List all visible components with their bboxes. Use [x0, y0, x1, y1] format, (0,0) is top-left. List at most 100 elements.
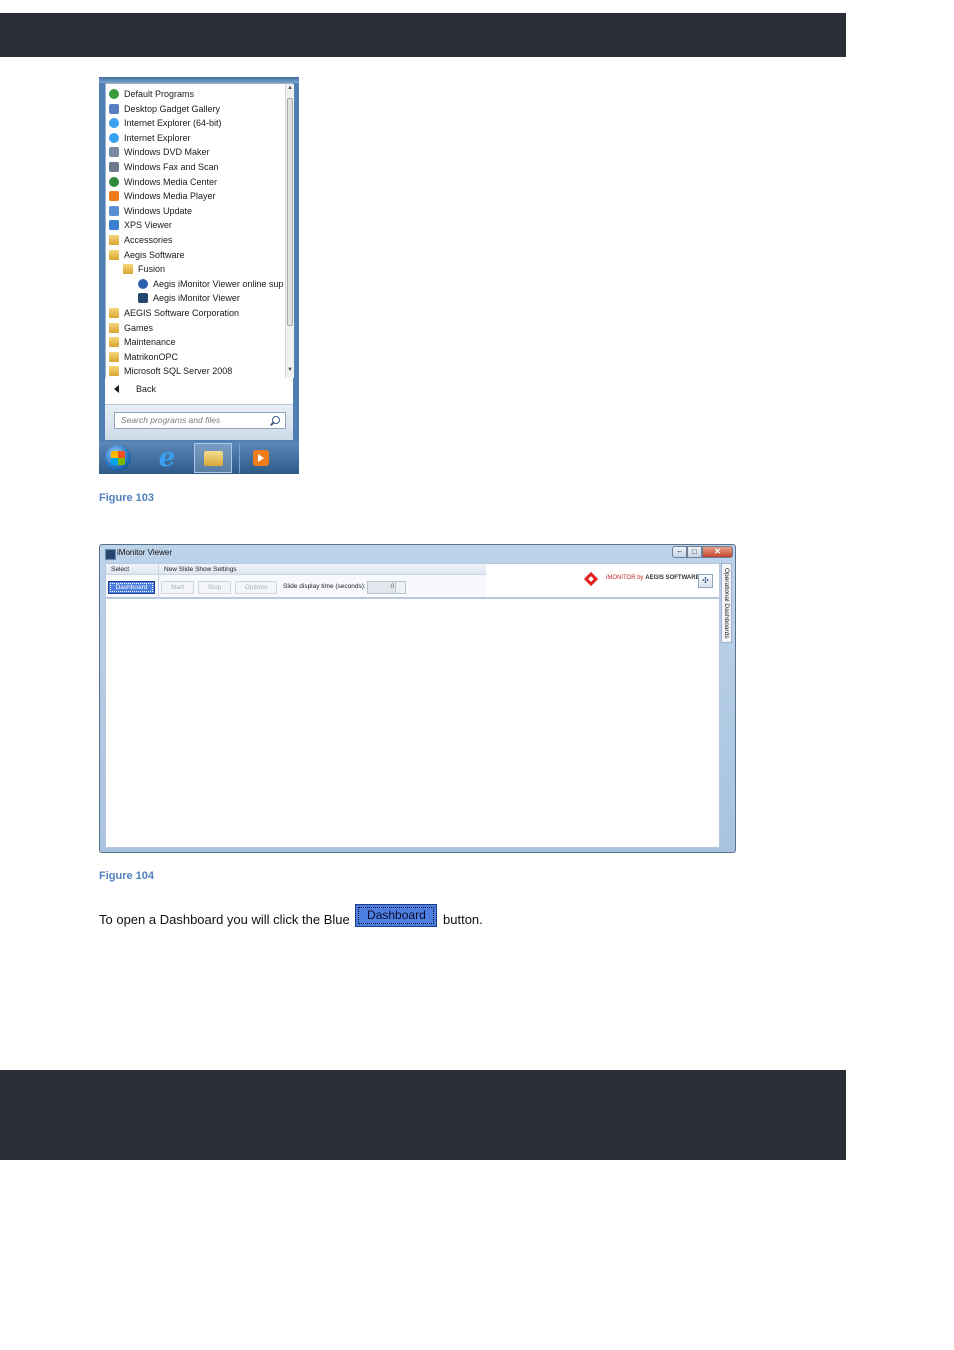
brand-text: iMONITOR by AEGIS SOFTWARE — [606, 575, 700, 581]
dashboard-button[interactable]: Dashboard — [108, 581, 155, 594]
start-menu-item[interactable]: Accessories — [106, 233, 286, 247]
start-menu-item-label: Aegis iMonitor Viewer online sup — [153, 278, 284, 289]
dashboard-content-area — [105, 598, 720, 848]
back-label: Back — [136, 384, 157, 394]
folder-icon — [109, 235, 119, 245]
start-menu-item[interactable]: Internet Explorer — [106, 131, 286, 145]
search-icon[interactable] — [272, 416, 280, 424]
inline-dashboard-button: Dashboard — [355, 904, 438, 927]
start-menu-item[interactable]: MatrikonOPC — [106, 350, 286, 364]
start-menu-item-label: Games — [124, 322, 154, 333]
start-menu-item[interactable]: Aegis iMonitor Viewer online sup — [106, 277, 286, 291]
back-button[interactable]: Back — [105, 378, 293, 404]
start-menu-item[interactable]: Aegis Software — [106, 248, 286, 262]
windows-explorer-button[interactable] — [194, 443, 232, 473]
start-menu-item[interactable]: Fusion — [106, 262, 286, 276]
program-list: Default Programs Desktop Gadget Gallery In… — [105, 83, 293, 379]
folder-icon — [109, 351, 119, 362]
start-menu-item[interactable]: Windows Fax and Scan — [106, 160, 286, 174]
start-menu-item[interactable]: Desktop Gadget Gallery — [106, 102, 286, 116]
window-title: iMonitor Viewer — [117, 548, 172, 557]
start-menu-item-label: MatrikonOPC — [124, 351, 179, 362]
folder-icon — [109, 249, 119, 260]
slide-time-input[interactable]: 0 — [367, 581, 406, 594]
start-menu-item[interactable]: Internet Explorer (64-bit) — [106, 116, 286, 130]
media-player-icon — [253, 450, 269, 466]
start-orb-button[interactable] — [105, 445, 131, 471]
stop-button[interactable]: Stop — [198, 581, 231, 594]
instruction-after: button. — [443, 912, 483, 927]
instruction-before: To open a Dashboard you will click the B… — [99, 912, 350, 927]
start-menu-item-label: Windows Update — [124, 205, 193, 216]
search-placeholder: Search programs and files — [121, 415, 221, 425]
folder-icon — [204, 451, 223, 466]
back-arrow-icon — [114, 385, 119, 393]
program-list-scrollbar[interactable]: ▲ ▼ — [285, 84, 294, 378]
start-menu-item-label: Default Programs — [124, 89, 195, 99]
start-menu-item[interactable]: Microsoft SQL Server 2008 — [106, 364, 286, 378]
maximize-button[interactable]: □ — [687, 546, 702, 558]
start-menu-item-label: Maintenance — [124, 337, 176, 348]
start-menu-item-label: Windows Media Player — [124, 191, 216, 202]
media-center-icon — [109, 176, 119, 187]
start-menu-item-label: XPS Viewer — [124, 220, 172, 231]
folder-icon — [109, 322, 119, 333]
start-menu-item[interactable]: AEGIS Software Corporation — [106, 306, 286, 320]
start-menu: Default Programs Desktop Gadget Gallery In… — [99, 77, 299, 474]
close-button[interactable]: ✕ — [702, 546, 733, 558]
fax-scan-icon — [109, 162, 119, 172]
imonitor-app-icon — [105, 549, 116, 560]
taskbar: e — [99, 442, 299, 474]
options-button[interactable]: Options — [235, 581, 277, 594]
start-menu-item-label: Desktop Gadget Gallery — [124, 103, 221, 114]
figure-103-caption: Figure 103 — [99, 492, 155, 504]
imonitor-window: iMonitor Viewer – □ ✕ Select New Slide S… — [99, 544, 736, 853]
scroll-down-icon[interactable]: ▼ — [286, 367, 294, 377]
imonitor-app-icon — [138, 293, 148, 304]
xps-viewer-icon — [109, 220, 119, 231]
start-menu-item[interactable]: Maintenance — [106, 335, 286, 349]
start-menu-item-label: Accessories — [124, 235, 173, 245]
scroll-up-icon[interactable]: ▲ — [286, 85, 294, 95]
dvd-maker-icon — [109, 147, 119, 158]
select-group-label: Select — [106, 564, 158, 575]
slide-time-value: 0 — [390, 584, 394, 590]
gadget-gallery-icon — [109, 103, 119, 114]
search-input[interactable]: Search programs and files — [114, 412, 286, 429]
help-icon — [138, 278, 148, 289]
move-icon[interactable]: ✣ — [698, 574, 713, 588]
default-programs-icon — [109, 89, 119, 99]
start-button[interactable]: Start — [161, 581, 194, 594]
start-menu-item[interactable]: XPS Viewer — [106, 218, 286, 232]
media-player-button[interactable] — [239, 443, 280, 473]
start-menu-item-label: Windows Fax and Scan — [124, 162, 219, 172]
folder-icon — [109, 337, 119, 348]
start-menu-item[interactable]: Windows Media Player — [106, 189, 286, 203]
search-area: Search programs and files — [105, 404, 293, 440]
internet-explorer-icon[interactable]: e — [153, 444, 181, 472]
start-menu-item-label: Internet Explorer — [124, 132, 191, 143]
minimize-button[interactable]: – — [672, 546, 687, 558]
operational-dashboards-tab[interactable]: Operational Dashboards — [721, 563, 732, 643]
start-menu-item[interactable]: Windows Update — [106, 204, 286, 218]
figure-104-caption: Figure 104 — [99, 870, 155, 882]
spinner-icon[interactable] — [395, 582, 405, 593]
start-menu-item[interactable]: Default Programs — [106, 87, 286, 101]
scrollbar-thumb[interactable] — [287, 98, 293, 326]
start-menu-item[interactable]: Games — [106, 321, 286, 335]
start-menu-item-label: Fusion — [138, 264, 166, 275]
media-player-icon — [109, 191, 119, 202]
start-menu-item-label: Microsoft SQL Server 2008 — [124, 366, 233, 377]
slideshow-group-label: New Slide Show Settings — [159, 564, 486, 575]
footer-band — [0, 1070, 846, 1160]
brand-area: iMONITOR by AEGIS SOFTWARE ✣ — [486, 563, 720, 598]
start-menu-item-label: Aegis iMonitor Viewer — [153, 293, 240, 304]
start-menu-item-label: Aegis Software — [124, 249, 185, 260]
start-menu-item-label: AEGIS Software Corporation — [124, 308, 240, 318]
start-menu-item[interactable]: Aegis iMonitor Viewer — [106, 291, 286, 305]
start-menu-item[interactable]: Windows DVD Maker — [106, 145, 286, 159]
start-menu-item[interactable]: Windows Media Center — [106, 175, 286, 189]
header-band — [0, 13, 846, 57]
start-menu-item-label: Windows DVD Maker — [124, 147, 210, 158]
ie-icon — [109, 118, 119, 129]
